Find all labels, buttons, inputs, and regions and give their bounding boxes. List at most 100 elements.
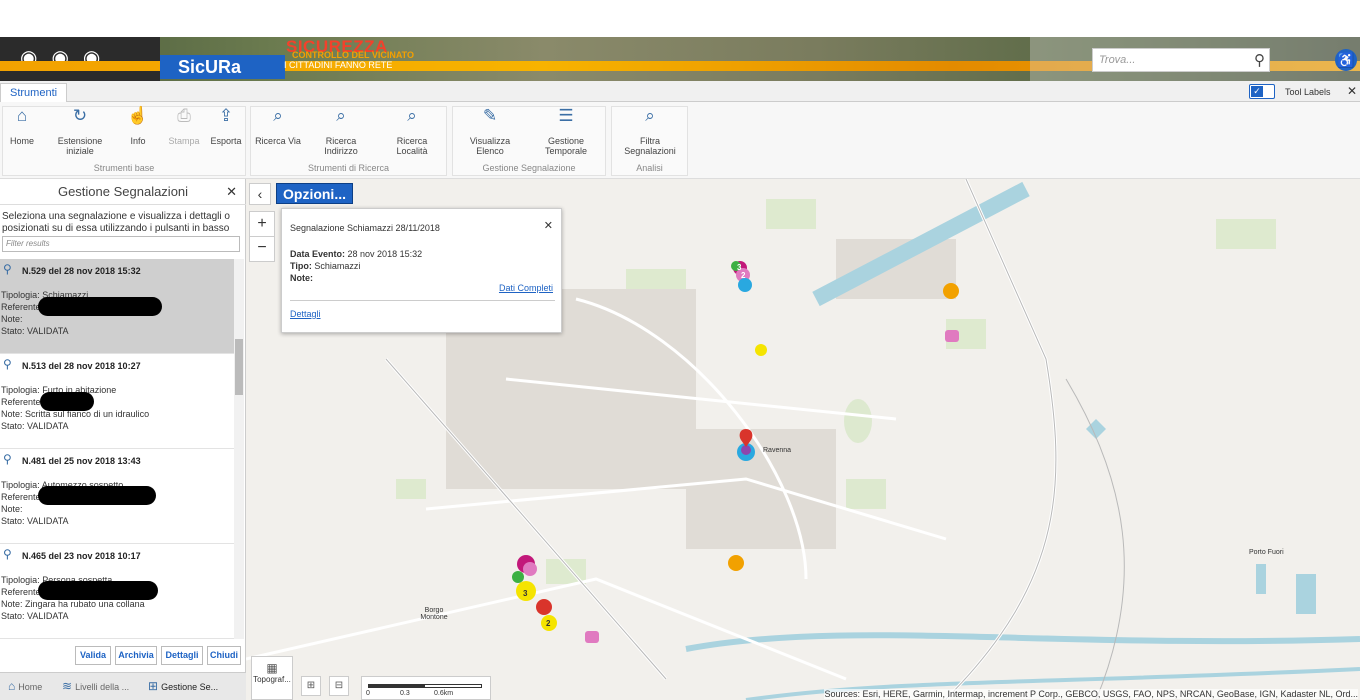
address-search-icon: ⌕ [336,106,346,125]
filter-search-icon: ⌕ [645,106,655,125]
scrollbar-thumb[interactable] [235,339,243,395]
tab-bar: Strumenti [0,81,1360,102]
list-item[interactable]: ⚲ N.513 del 28 nov 2018 10:27 Tipologia:… [0,354,234,449]
hierarchy-icon: ⊞ [148,679,159,693]
layers-icon: ≋ [62,679,73,693]
refresh-icon: ↻ [72,106,88,125]
scale-zero: 0 [366,690,370,697]
close-icon[interactable]: ✕ [544,219,553,232]
group-label: Strumenti di Ricerca [307,163,390,173]
tab-strumenti[interactable]: Strumenti [0,83,68,102]
group-strumenti-base: ⌂ Home ↻ Estensione iniziale ☝ Info ⎙ Stampa… [2,106,246,176]
info-icon: ☝ [127,106,149,125]
map-view[interactable]: Ravenna Borgo Montone Porto Fuori 3 2 3 … [246,179,1360,700]
cluster-count[interactable]: 2 [546,619,550,628]
extent-button[interactable]: ↻ Estensione iniziale [51,106,109,156]
details-link[interactable]: Dettagli [290,309,321,319]
export-button[interactable]: ⇪ Esporta [209,106,243,146]
ribbon: ⌂ Home ↻ Estensione iniziale ☝ Info ⎙ Stampa… [0,102,1360,179]
list-item[interactable]: ⚲ N.465 del 23 nov 2018 10:17 Tipologia:… [0,544,234,639]
item-title: N.513 del 28 nov 2018 10:27 [22,361,141,371]
app-logo: SicURa [160,55,285,79]
group-label: Analisi [636,163,663,173]
filter-reports-button[interactable]: ⌕ Filtra Segnalazioni [620,106,680,156]
panel-description: Seleziona una segnalazione e visualizza … [2,211,230,234]
redaction [38,486,156,505]
reports-list: ⚲ N.529 del 28 nov 2018 15:32 Tipologia:… [0,259,234,639]
coordinates-icon[interactable]: ⊟ [329,676,349,696]
zoom-in-button[interactable]: + [249,211,275,237]
scale-mid: 0.3 [400,690,410,697]
time-management-button[interactable]: ☰ Gestione Temporale [539,106,593,156]
event-date-label: Data Evento: [290,249,346,259]
collapse-panel-icon[interactable]: ‹ [249,183,271,205]
scale-bar: 0 0.3 0.6km [361,676,491,700]
search-locality-button[interactable]: ⌕ Ricerca Località [381,106,443,156]
item-title: N.481 del 25 nov 2018 13:43 [22,456,141,466]
map-pin-icon: ⚲ [3,547,12,561]
list-item[interactable]: ⚲ N.529 del 28 nov 2018 15:32 Tipologia:… [0,259,234,354]
bottom-tab-reports[interactable]: ⊞ Gestione Se... [148,679,218,693]
check-icon: ✓ [1251,86,1263,97]
report-popup: Segnalazione Schiamazzi 28/11/2018 ✕ Dat… [281,208,562,333]
search-placeholder: Trova... [1099,54,1136,66]
filter-input[interactable]: Filter results [2,236,240,252]
redaction [40,392,94,411]
close-icon[interactable]: ✕ [226,184,237,200]
list-scrollbar[interactable] [234,259,244,639]
redaction [38,297,162,316]
home-button[interactable]: ⌂ Home [7,107,37,146]
map-pin-icon: ⚲ [3,262,12,276]
road-search-icon: ⌕ [273,106,283,125]
item-title: N.465 del 23 nov 2018 10:17 [22,551,141,561]
group-label: Gestione Segnalazione [482,163,576,173]
popup-details: Data Evento: 28 nov 2018 15:32 Tipo: Sch… [290,248,422,284]
info-button[interactable]: ☝ Info [123,106,153,146]
map-credits: Sources: Esri, HERE, Garmin, Intermap, i… [824,689,1358,699]
printer-icon: ⎙ [177,106,191,125]
tool-labels-toggle[interactable]: ✓ [1249,84,1275,99]
close-button[interactable]: Chiudi [207,646,241,665]
archive-button[interactable]: Archivia [115,646,157,665]
search-input[interactable]: Trova... ⚲ [1092,48,1270,72]
group-strumenti-ricerca: ⌕ Ricerca Via ⌕ Ricerca Indirizzo ⌕ Ricerca… [250,106,447,176]
map-label-porto: Porto Fuori [1249,549,1284,556]
options-button[interactable]: Opzioni... [276,183,353,204]
export-icon: ⇪ [218,106,234,125]
zoom-out-button[interactable]: − [249,236,275,262]
banner-tagline: I CITTADINI FANNO RETE [284,60,393,70]
item-status: Stato: VALIDATA [1,421,69,431]
bottom-tab-layers[interactable]: ≋ Livelli della ... [62,679,129,693]
timeline-icon: ☰ [558,106,574,125]
print-button[interactable]: ⎙ Stampa [167,106,201,146]
type-label: Tipo: [290,261,312,271]
view-list-button[interactable]: ✎ Visualizza Elenco [457,107,523,156]
scale-end: 0.6km [434,690,454,697]
map-label-city: Ravenna [763,447,792,454]
group-label: Strumenti base [93,163,155,173]
type-value: Schiamazzi [314,261,361,271]
bottom-tab-home[interactable]: ⌂ Home [8,679,42,693]
details-button[interactable]: Dettagli [161,646,203,665]
validate-button[interactable]: Valida [75,646,111,665]
full-data-link[interactable]: Dati Completi [499,283,553,293]
basemap-switcher[interactable]: ▦ Topograf... [251,656,293,700]
event-date-value: 28 nov 2018 15:32 [347,249,423,259]
accessibility-icon[interactable]: ♿ [1335,49,1357,71]
measure-icon[interactable]: ⊞ [301,676,321,696]
item-status: Stato: VALIDATA [1,611,69,621]
search-icon[interactable]: ⚲ [1254,51,1265,69]
cluster-count[interactable]: 2 [741,271,745,280]
map-label-borgo: Borgo Montone [420,607,448,621]
search-street-button[interactable]: ⌕ Ricerca Via [255,106,301,146]
top-margin [0,0,1360,37]
search-address-button[interactable]: ⌕ Ricerca Indirizzo [309,106,373,156]
divider [290,300,555,301]
cluster-count[interactable]: 3 [523,589,527,598]
locality-search-icon: ⌕ [407,106,417,125]
popup-title: Segnalazione Schiamazzi 28/11/2018 [290,223,440,233]
list-item[interactable]: ⚲ N.481 del 25 nov 2018 13:43 Tipologia:… [0,449,234,544]
collapse-ribbon-icon[interactable]: ✕ [1347,84,1357,98]
item-status: Stato: VALIDATA [1,326,69,336]
map-thumbnail-icon: ▦ [266,661,278,675]
